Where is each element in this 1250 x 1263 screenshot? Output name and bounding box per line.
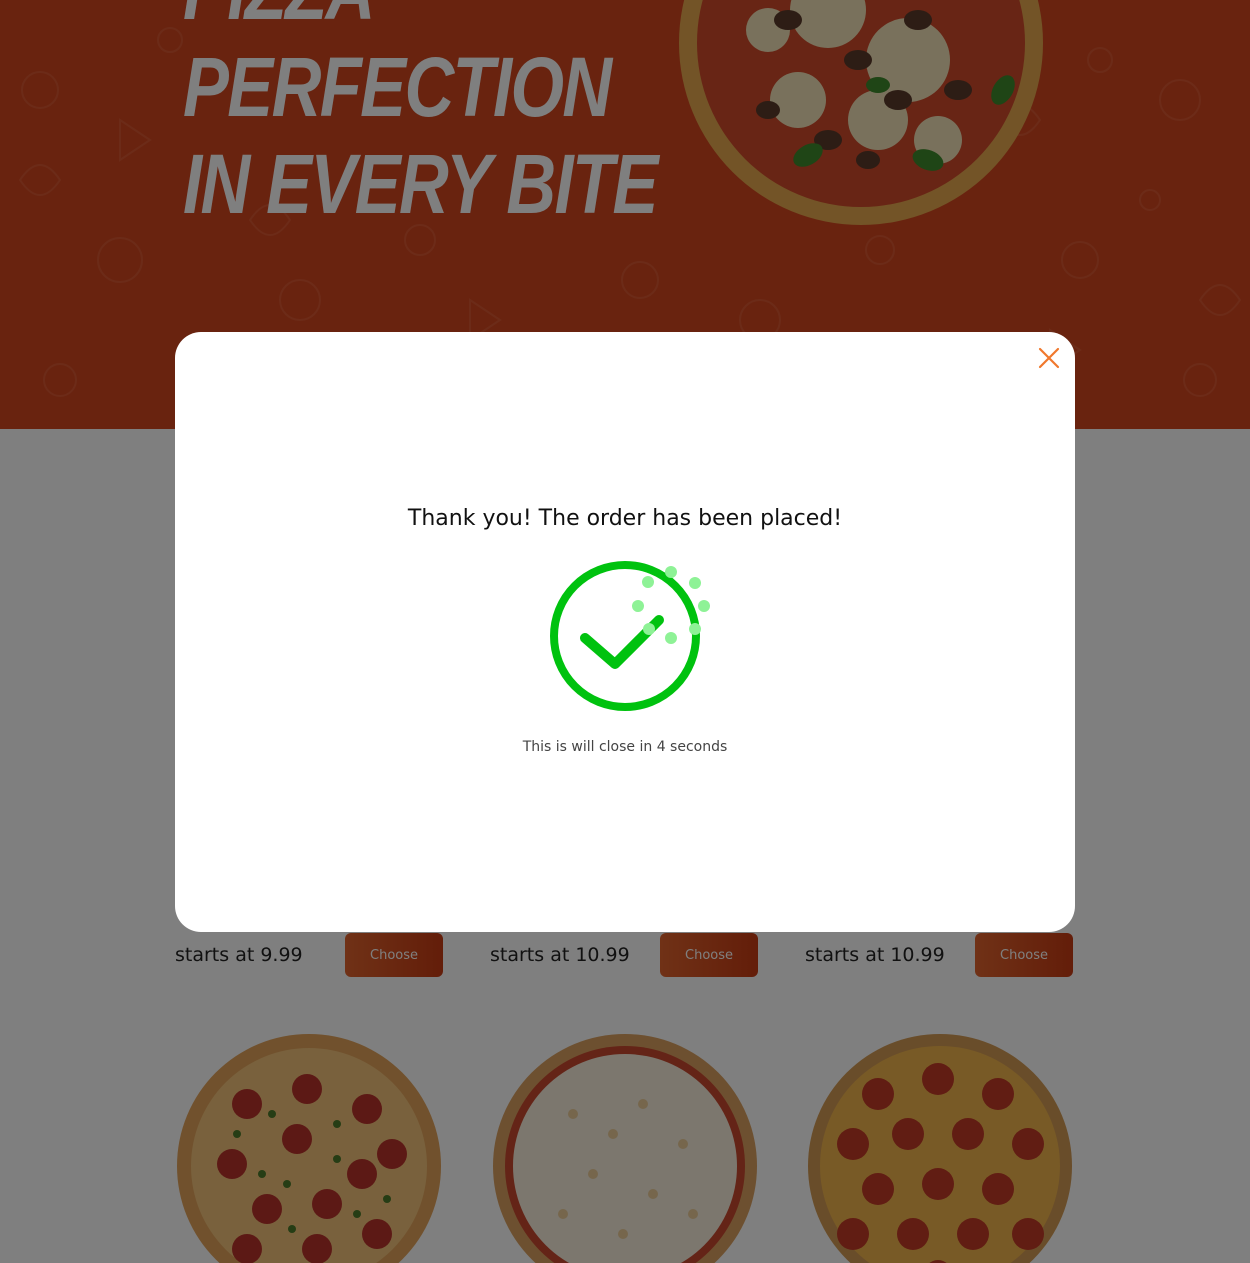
close-icon[interactable] bbox=[1037, 346, 1061, 370]
modal-title: Thank you! The order has been placed! bbox=[407, 506, 843, 531]
check-circle-icon bbox=[550, 561, 710, 711]
auto-close-notice: This is will close in 4 seconds bbox=[522, 739, 728, 755]
order-confirmation-modal: Thank you! The order has been placed! Th… bbox=[175, 332, 1075, 932]
